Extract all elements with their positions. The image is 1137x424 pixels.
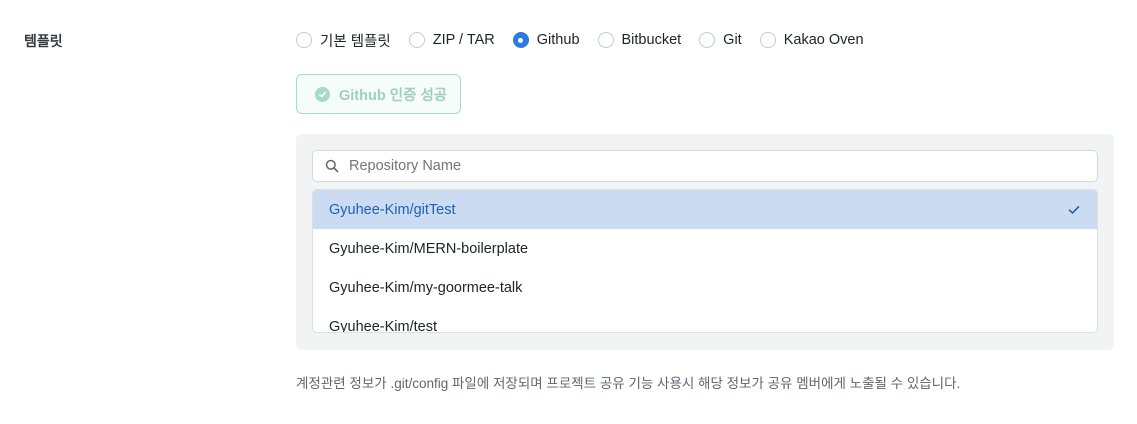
repository-name: Gyuhee-Kim/test <box>329 318 437 333</box>
radio-github[interactable]: Github <box>512 32 580 48</box>
radio-label: Git <box>723 32 742 48</box>
radio-circle[interactable] <box>512 32 529 48</box>
repository-list[interactable]: Gyuhee-Kim/gitTest Gyuhee-Kim/MERN-boile… <box>312 189 1098 333</box>
radio-label: Bitbucket <box>621 32 682 48</box>
radio-circle[interactable] <box>296 32 312 48</box>
radio-circle[interactable] <box>699 32 716 48</box>
repository-panel: Gyuhee-Kim/gitTest Gyuhee-Kim/MERN-boile… <box>296 134 1114 350</box>
radio-kakao-oven[interactable]: Kakao Oven <box>759 32 864 48</box>
repository-name: Gyuhee-Kim/MERN-boilerplate <box>329 240 529 257</box>
repository-list-item[interactable]: Gyuhee-Kim/gitTest <box>313 190 1097 229</box>
repository-list-item[interactable]: Gyuhee-Kim/test <box>313 307 1097 333</box>
radio-label: 기본 템플릿 <box>320 33 391 50</box>
repository-name: Gyuhee-Kim/gitTest <box>329 201 456 218</box>
repository-list-item[interactable]: Gyuhee-Kim/my-goormee-talk <box>313 268 1097 307</box>
radio-label: ZIP / TAR <box>432 32 495 48</box>
template-field-label: 템플릿 <box>24 33 63 49</box>
repository-search-box[interactable] <box>312 150 1098 182</box>
search-icon <box>325 159 339 173</box>
repository-name: Gyuhee-Kim/my-goormee-talk <box>329 279 523 296</box>
repository-list-item[interactable]: Gyuhee-Kim/MERN-boilerplate <box>313 229 1097 268</box>
config-help-text: 계정관련 정보가 .git/config 파일에 저장되며 프로젝트 공유 기능… <box>296 376 961 391</box>
radio-circle[interactable] <box>408 32 425 48</box>
radio-label: Github <box>536 32 580 48</box>
check-circle-icon <box>315 86 330 102</box>
radio-circle[interactable] <box>759 32 776 48</box>
radio-label: Kakao Oven <box>783 32 864 48</box>
auth-button-label: Github 인증 성공 <box>339 87 448 104</box>
radio-git[interactable]: Git <box>699 32 742 48</box>
radio-circle[interactable] <box>597 32 614 48</box>
template-radio-group: 기본 템플릿 ZIP / TAR Github Bitbucket Git Ka… <box>296 29 882 51</box>
radio-zip-tar[interactable]: ZIP / TAR <box>408 32 495 48</box>
radio-bitbucket[interactable]: Bitbucket <box>597 32 682 48</box>
radio-default-template[interactable]: 기본 템플릿 <box>296 30 391 51</box>
repository-search-input[interactable] <box>349 158 1089 174</box>
github-auth-success-button[interactable]: Github 인증 성공 <box>296 74 461 114</box>
checkmark-icon <box>1067 203 1081 217</box>
